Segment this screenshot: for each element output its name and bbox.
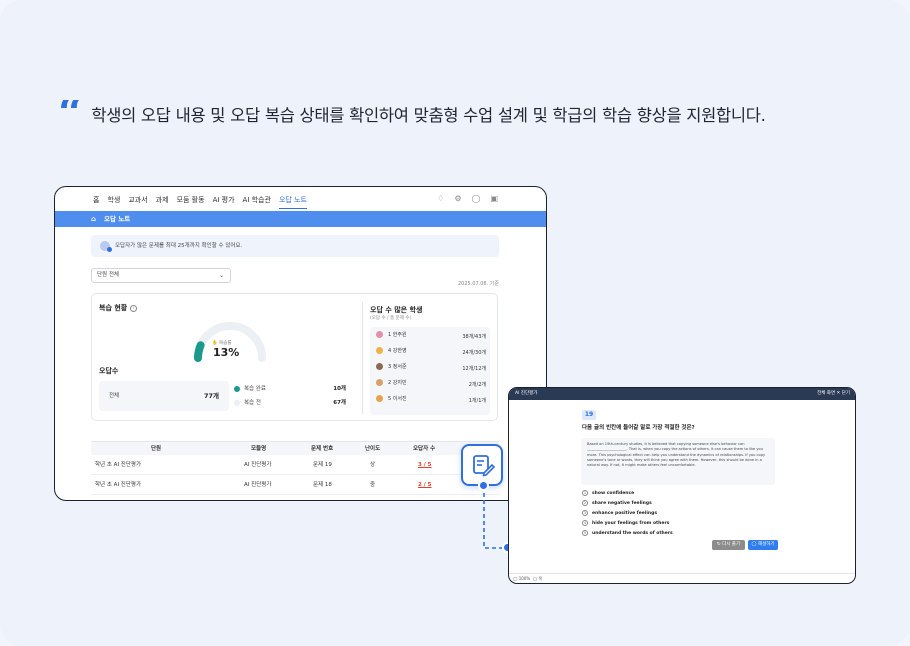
option-number-icon: 3 [582, 510, 588, 516]
detail-header: AI 진단평가 전체 화면 ✕ 닫기 [509, 388, 855, 400]
option-4[interactable]: 4 hide your feelings from others [582, 520, 669, 526]
option-text: show confidence [592, 491, 635, 496]
explain-label: 해설하기 [757, 542, 775, 547]
option-text: enhance positive feelings [592, 511, 658, 516]
detail-header-actions[interactable]: 전체 화면 ✕ 닫기 [817, 388, 850, 400]
option-2[interactable]: 2 share negative feelings [582, 500, 652, 506]
passage-box: Based on 19th-century studies, it is bel… [581, 438, 775, 485]
option-number-icon: 5 [582, 530, 588, 536]
explain-button[interactable]: ◯ 해설하기 [748, 540, 778, 550]
question-text: 다음 글의 빈칸에 들어갈 말로 가장 적절한 것은? [582, 425, 695, 431]
detail-header-title: AI 진단평가 [515, 391, 538, 396]
zoom-level: 100% [518, 576, 531, 581]
retry-label: 다시 풀기 [722, 542, 741, 547]
slide-frame: “ 학생의 오답 내용 및 오답 복습 상태를 확인하여 맞춤형 수업 설계 및… [0, 0, 910, 646]
option-text: hide your feelings from others [592, 521, 670, 526]
option-number-icon: 1 [582, 490, 588, 496]
option-text: share negative feelings [592, 501, 652, 506]
zoom-icon[interactable]: ◯ [513, 576, 517, 581]
option-text: understand the words of others [592, 531, 673, 536]
mode-label: 목 [538, 576, 543, 581]
detail-footer: ◯ 100% ◯ 목 [509, 573, 855, 583]
question-detail-window: AI 진단평가 전체 화면 ✕ 닫기 19 다음 글의 빈칸에 들어갈 말로 가… [508, 387, 856, 584]
option-5[interactable]: 5 understand the words of others [582, 530, 673, 536]
connector-dot-start [478, 480, 489, 491]
question-number: 19 [582, 410, 596, 420]
option-number-icon: 2 [582, 500, 588, 506]
mode-icon[interactable]: ◯ [533, 576, 537, 581]
option-3[interactable]: 3 enhance positive feelings [582, 510, 657, 516]
option-number-icon: 4 [582, 520, 588, 526]
retry-button[interactable]: ↻ 다시 풀기 [712, 540, 745, 550]
option-1[interactable]: 1 show confidence [582, 490, 634, 496]
